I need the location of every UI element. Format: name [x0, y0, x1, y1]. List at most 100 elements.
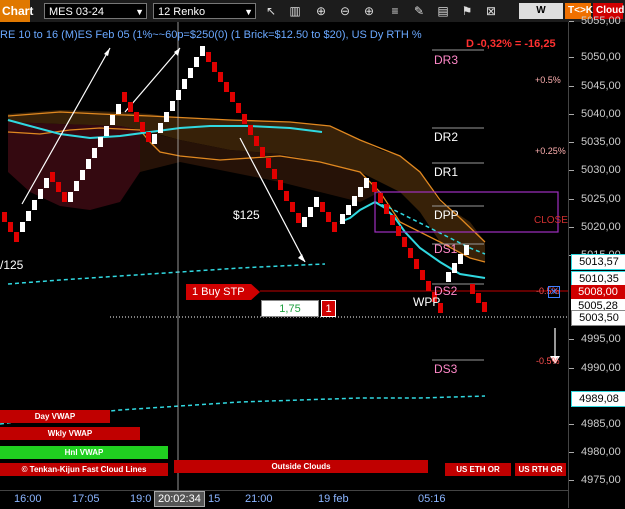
chart-plot-area[interactable]: RE 10 to 16 (M)ES Feb 05 (1%~~60p=$250(0… [0, 22, 568, 490]
outside-clouds-bar: Outside Clouds [174, 460, 428, 473]
time-label: 21:00 [245, 493, 273, 505]
renko-brick [408, 248, 413, 258]
crosshair-time: 20:02:34 [154, 491, 205, 507]
tenkan-kijun-bar: © Tenkan-Kijun Fast Cloud Lines [0, 463, 168, 476]
wpp-label: WPP [413, 295, 441, 309]
draw-tools-icon[interactable]: ✎ [410, 3, 428, 19]
hnl-vwap-bar: Hnl VWAP [0, 446, 168, 459]
wvwap-button[interactable]: W VWAP [519, 3, 563, 32]
cancel-order-icon[interactable]: ✕ [548, 286, 560, 298]
renko-brick [122, 92, 127, 102]
renko-brick [104, 126, 109, 136]
renko-brick [14, 232, 19, 242]
renko-brick [326, 212, 331, 222]
price-box-tenkan: 5013,57 [571, 254, 625, 270]
renko-brick [458, 254, 463, 264]
lock-icon[interactable]: ⊠ [482, 3, 500, 19]
renko-brick [38, 189, 43, 199]
dr3-label: DR3 [434, 53, 459, 67]
renko-brick [128, 102, 133, 112]
bar-style-icon[interactable]: ▥ [286, 3, 304, 19]
renko-brick [358, 187, 363, 197]
renko-brick [86, 159, 91, 169]
chart-toolbar: Chart MES 03-24 ▼ 12 Renko ▼ ↖ ▥ ⊕ ⊖ ⊕ ≡… [0, 0, 625, 32]
renko-brick [464, 245, 469, 255]
dr1-label: DR1 [434, 165, 459, 179]
zoom-out-icon[interactable]: ⊖ [336, 3, 354, 19]
renko-brick [308, 207, 313, 217]
instrument-selector[interactable]: MES 03-24 ▼ [44, 3, 147, 19]
renko-brick [146, 132, 151, 142]
time-label: 19:0 [130, 493, 152, 505]
zoom-in-icon[interactable]: ⊕ [312, 3, 330, 19]
dpp-label: DPP [434, 208, 459, 222]
weekly-vwap-bar: Wkly VWAP [0, 427, 140, 440]
time-label: 17:05 [72, 493, 100, 505]
order-price-field[interactable]: 1,75 [261, 300, 319, 317]
renko-brick [92, 148, 97, 158]
chart-tab[interactable]: Chart [0, 0, 33, 22]
instrument-label: MES 03-24 [49, 6, 105, 18]
price-tick: 5025,00 [569, 192, 625, 206]
renko-brick [158, 123, 163, 133]
strategy-icon[interactable]: ▤ [434, 3, 452, 19]
dr2-label: DR2 [434, 130, 459, 144]
renko-brick [212, 62, 217, 72]
renko-brick [266, 158, 271, 168]
renko-brick [152, 134, 157, 144]
renko-brick [2, 212, 7, 222]
renko-brick [62, 192, 67, 202]
ds1-label: DS1 [434, 242, 458, 256]
renko-brick [74, 181, 79, 191]
bar-type-selector[interactable]: 12 Renko ▼ [153, 3, 256, 19]
us-rth-or-bar: US RTH OR [515, 463, 566, 476]
renko-brick [476, 293, 481, 303]
renko-brick [364, 178, 369, 188]
renko-brick [50, 172, 55, 182]
annotation-125-left: /125 [0, 258, 24, 272]
price-tick: 5030,00 [569, 163, 625, 177]
price-box-order: 5008,00 [571, 285, 625, 299]
renko-brick [290, 202, 295, 212]
chart-info-line: RE 10 to 16 (M)ES Feb 05 (1%~~60p=$250(0… [0, 29, 422, 41]
price-tick: 4990,00 [569, 361, 625, 375]
day-vwap-bar: Day VWAP [0, 410, 110, 423]
renko-brick [272, 169, 277, 179]
time-label: 16:00 [14, 493, 42, 505]
renko-brick [340, 214, 345, 224]
renko-brick [80, 170, 85, 180]
renko-brick [32, 200, 37, 210]
renko-brick [414, 259, 419, 269]
renko-brick [98, 137, 103, 147]
crosshair-icon[interactable]: ⊕ [360, 3, 378, 19]
renko-brick [378, 193, 383, 203]
renko-brick [372, 182, 377, 192]
time-axis[interactable]: 16:00 17:05 19:0 20:02:34 15 21:00 19 fe… [0, 490, 568, 509]
renko-brick [396, 226, 401, 236]
renko-brick [224, 82, 229, 92]
flag-icon[interactable]: ⚑ [458, 3, 476, 19]
price-tick-top: 5055,00 [569, 14, 625, 28]
pointer-icon[interactable]: ↖ [262, 3, 280, 19]
price-tick: 5020,00 [569, 220, 625, 234]
order-quantity[interactable]: 1 [321, 300, 336, 317]
day-vwap-line [7, 263, 326, 285]
properties-icon[interactable]: ≡ [386, 3, 404, 19]
renko-brick [206, 52, 211, 62]
price-box-last: 5003,50 [571, 310, 625, 326]
arrow-head-3 [298, 254, 305, 262]
renko-brick [302, 217, 307, 227]
renko-brick [20, 222, 25, 232]
price-tick: 4975,00 [569, 473, 625, 487]
buy-stop-order[interactable]: 1 Buy STP [186, 284, 260, 300]
renko-brick [170, 101, 175, 111]
daily-change: D -0,32% = -16,25 [466, 38, 556, 50]
renko-brick [426, 281, 431, 291]
price-axis[interactable]: 5055,00 5050,00 5045,00 5040,00 5035,00 … [568, 15, 625, 508]
renko-brick [384, 204, 389, 214]
renko-brick [200, 46, 205, 56]
renko-brick [452, 263, 457, 273]
renko-brick [8, 222, 13, 232]
renko-brick [482, 302, 487, 312]
renko-brick [242, 114, 247, 124]
